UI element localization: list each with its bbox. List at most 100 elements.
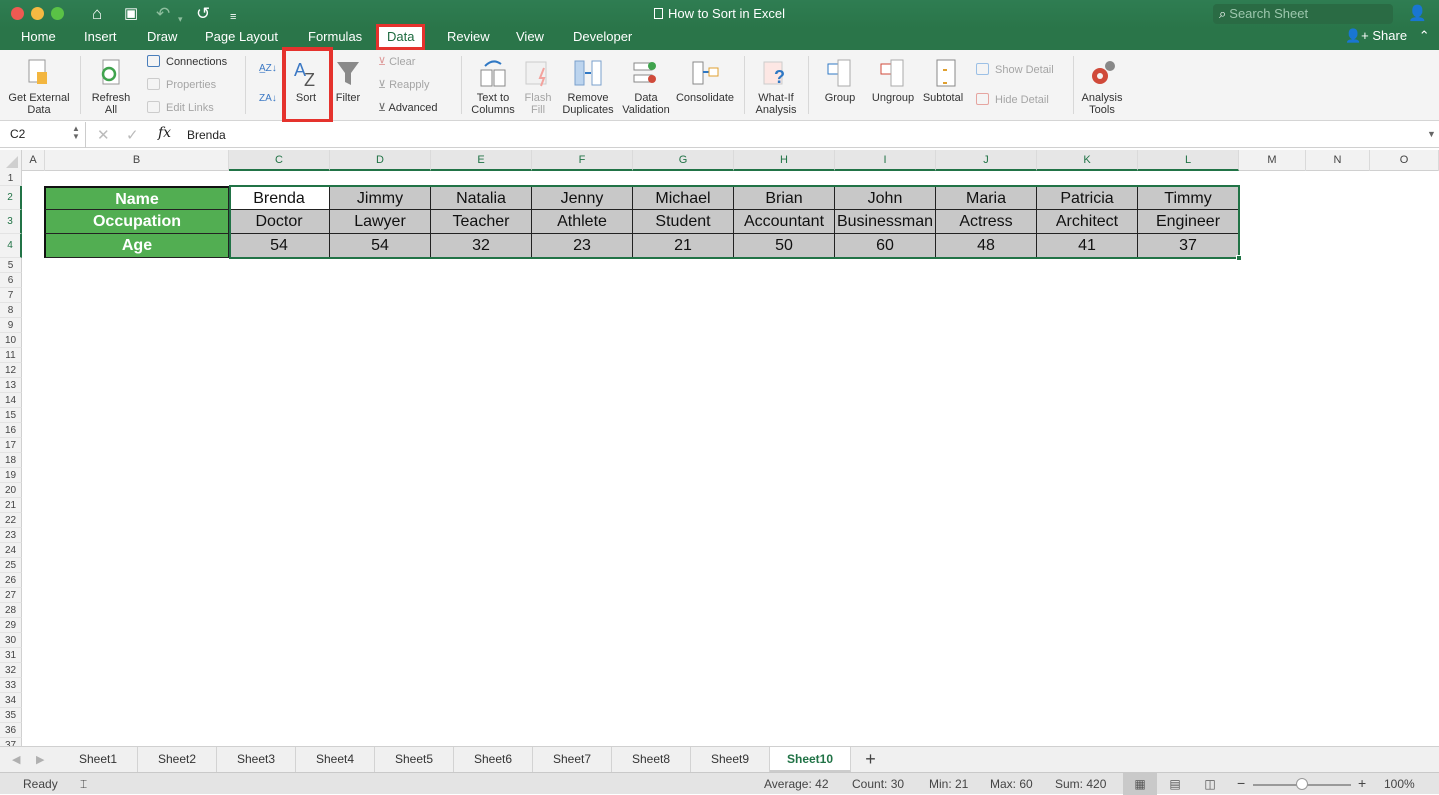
tab-data[interactable]: Data [376,24,426,50]
sheet-tab-sheet7[interactable]: Sheet7 [533,747,612,772]
row-header-13[interactable]: 13 [0,378,22,393]
column-header-l[interactable]: L [1138,150,1239,171]
row-header-21[interactable]: 21 [0,498,22,513]
cell-name[interactable]: Brian [734,186,835,210]
sort-z-to-a-button[interactable]: ZA↓ [259,92,277,106]
row-header-2[interactable]: 2 [0,186,22,210]
feedback-icon[interactable]: 👤 [1408,4,1427,22]
spreadsheet-grid[interactable]: ABCDEFGHIJKLMNO 1 2 3 4 5 6 7 8 9 10 11 12 13 14 15 16 1… [0,150,1439,746]
page-break-view-button[interactable]: ◫ [1193,773,1227,795]
row-header-10[interactable]: 10 [0,333,22,348]
cell-name[interactable]: Maria [936,186,1037,210]
column-header-j[interactable]: J [936,150,1037,171]
cell-name[interactable]: Jimmy [330,186,431,210]
add-sheet-button[interactable]: + [858,748,883,770]
row-label-name[interactable]: Name [44,186,229,210]
row-header-35[interactable]: 35 [0,708,22,723]
row-header-37[interactable]: 37 [0,738,22,746]
sheet-tab-sheet10[interactable]: Sheet10 [770,747,851,772]
tab-insert[interactable]: Insert [84,28,117,50]
column-header-o[interactable]: O [1370,150,1439,171]
tab-draw[interactable]: Draw [147,28,177,50]
cell-name[interactable]: Timmy [1138,186,1239,210]
row-header-29[interactable]: 29 [0,618,22,633]
connections-button[interactable]: Connections [147,55,227,69]
column-header-c[interactable]: C [229,150,330,171]
clear-filter-button[interactable]: ⊻ Clear [378,55,415,69]
cell-name[interactable]: John [835,186,936,210]
edit-links-button[interactable]: Edit Links [147,101,214,115]
row-header-14[interactable]: 14 [0,393,22,408]
cell-occupation[interactable]: Architect [1037,210,1138,234]
reapply-button[interactable]: ⊻ Reapply [378,78,429,92]
row-header-30[interactable]: 30 [0,633,22,648]
column-header-i[interactable]: I [835,150,936,171]
cell-age[interactable]: 48 [936,234,1037,258]
name-box[interactable]: C2 [10,127,25,141]
cell-occupation[interactable]: Businessman [835,210,936,234]
sheet-tab-sheet6[interactable]: Sheet6 [454,747,533,772]
normal-view-button[interactable]: ▦ [1123,773,1157,795]
cell-occupation[interactable]: Lawyer [330,210,431,234]
row-header-22[interactable]: 22 [0,513,22,528]
row-header-32[interactable]: 32 [0,663,22,678]
cancel-icon[interactable]: ✕ [97,126,110,144]
cell-name[interactable]: Natalia [431,186,532,210]
enter-icon[interactable]: ✓ [126,126,139,144]
tab-review[interactable]: Review [447,28,490,50]
cell-age[interactable]: 41 [1037,234,1138,258]
flash-fill-button[interactable]: Flash Fill [520,58,556,116]
expand-formula-bar-icon[interactable]: ▼ [1427,129,1436,139]
row-header-25[interactable]: 25 [0,558,22,573]
row-header-24[interactable]: 24 [0,543,22,558]
cell-age[interactable]: 32 [431,234,532,258]
fill-handle[interactable] [1236,255,1242,261]
row-header-33[interactable]: 33 [0,678,22,693]
zoom-in-button[interactable]: + [1358,775,1366,791]
cell-age[interactable]: 37 [1138,234,1239,258]
sheet-tab-sheet9[interactable]: Sheet9 [691,747,770,772]
column-header-n[interactable]: N [1306,150,1370,171]
group-button[interactable]: Group [818,58,862,104]
share-button[interactable]: 👤+ Share ⌃ [1345,28,1430,44]
cell-occupation[interactable]: Student [633,210,734,234]
advanced-filter-button[interactable]: ⊻ Advanced [378,101,437,115]
column-header-k[interactable]: K [1037,150,1138,171]
data-validation-button[interactable]: Data Validation [620,58,672,116]
macro-record-icon[interactable]: ⌶ [80,777,87,792]
row-label-occupation[interactable]: Occupation [44,210,229,234]
sheet-tab-sheet5[interactable]: Sheet5 [375,747,454,772]
sheet-tab-sheet8[interactable]: Sheet8 [612,747,691,772]
row-header-20[interactable]: 20 [0,483,22,498]
cell-occupation[interactable]: Engineer [1138,210,1239,234]
sheet-tab-sheet3[interactable]: Sheet3 [217,747,296,772]
collapse-ribbon-icon[interactable]: ⌃ [1419,28,1430,43]
text-to-columns-button[interactable]: Text to Columns [468,58,518,116]
cell-name[interactable]: Brenda [229,186,330,210]
cell-age[interactable]: 23 [532,234,633,258]
cell-name[interactable]: Patricia [1037,186,1138,210]
row-header-1[interactable]: 1 [0,171,22,186]
column-header-f[interactable]: F [532,150,633,171]
column-header-b[interactable]: B [45,150,229,171]
cell-age[interactable]: 54 [330,234,431,258]
column-header-a[interactable]: A [22,150,45,171]
cell-age[interactable]: 50 [734,234,835,258]
row-header-26[interactable]: 26 [0,573,22,588]
row-header-23[interactable]: 23 [0,528,22,543]
consolidate-button[interactable]: Consolidate [674,58,736,104]
ungroup-button[interactable]: Ungroup [870,58,916,104]
select-all-button[interactable] [0,150,22,171]
cell-occupation[interactable]: Teacher [431,210,532,234]
row-header-15[interactable]: 15 [0,408,22,423]
scroll-tabs-right-icon[interactable]: ▶ [36,753,44,766]
zoom-percentage[interactable]: 100% [1384,777,1415,791]
zoom-slider-thumb[interactable] [1296,778,1308,790]
row-header-19[interactable]: 19 [0,468,22,483]
get-external-data-button[interactable]: Get External Data [4,58,74,116]
column-header-h[interactable]: H [734,150,835,171]
cell-name[interactable]: Michael [633,186,734,210]
search-sheet-input[interactable]: ⌕ Search Sheet [1213,4,1393,24]
formula-input[interactable]: Brenda [187,128,226,142]
cell-occupation[interactable]: Athlete [532,210,633,234]
